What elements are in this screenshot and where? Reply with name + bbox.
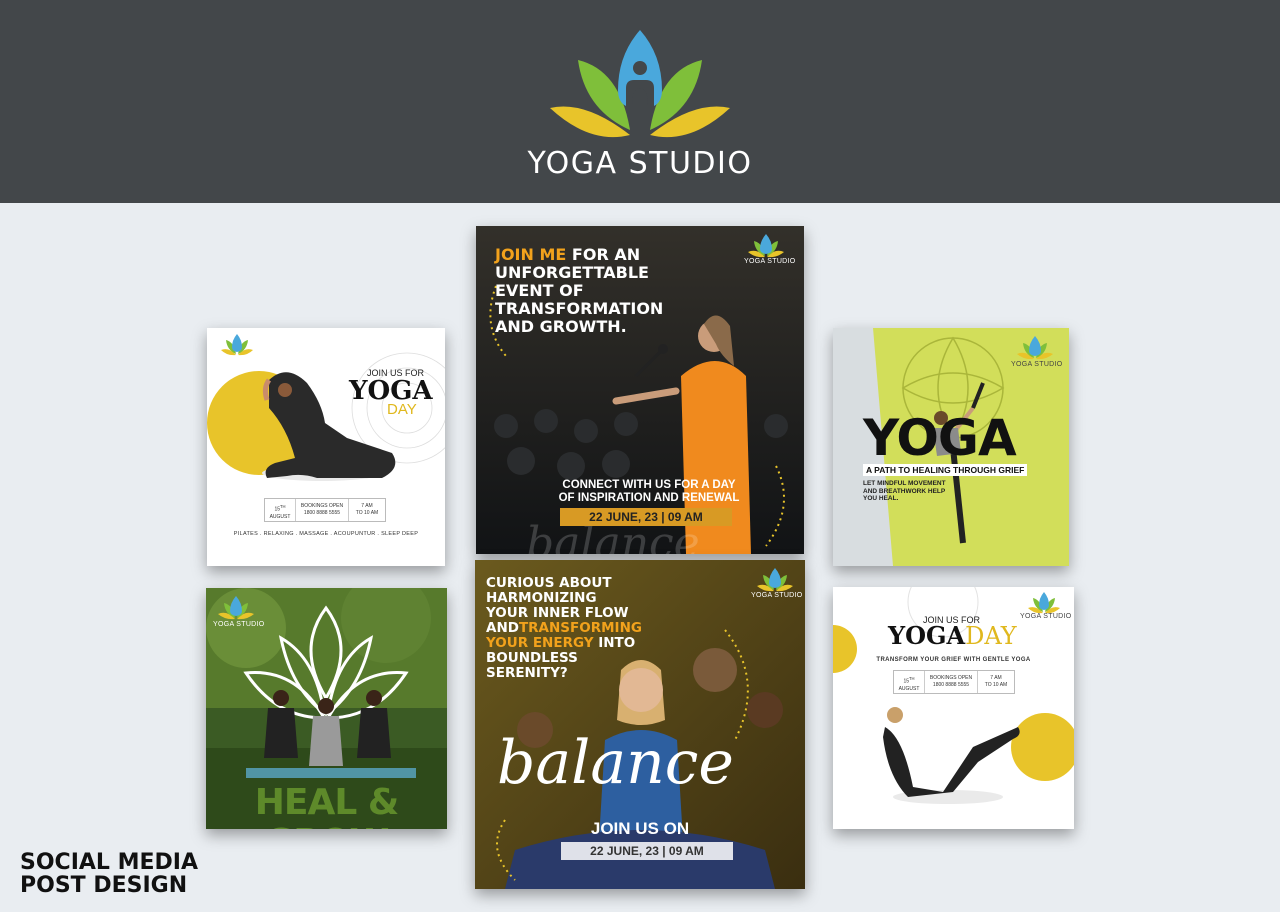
post-card-healing[interactable]: YOGA STUDIO YOGA A PATH TO HEALING THROU… (833, 328, 1069, 566)
card6-headline-b: DAY (965, 622, 1017, 650)
card5-line4b: TRANSFORMING (518, 620, 642, 636)
card6-date-month: AUGUST (898, 685, 920, 692)
card5-line5a: YOUR ENERGY (486, 635, 594, 651)
card5-line3: YOUR INNER FLOW (486, 605, 629, 621)
card2-headline-rest: FOR AN (571, 245, 641, 264)
card3-logo-text: YOGA STUDIO (1011, 361, 1063, 368)
card1-subhead: DAY (387, 401, 417, 418)
card2-headline-accent: JOIN ME (495, 245, 567, 264)
lotus-logo-icon (757, 568, 793, 592)
card3-body-2: AND BREATHWORK HELP (863, 487, 946, 495)
card5-headline: CURIOUS ABOUT HARMONIZING YOUR INNER FLO… (486, 576, 642, 681)
card5-line7: SERENITY? (486, 665, 568, 681)
card2-logo-text: YOGA STUDIO (744, 258, 796, 265)
footer-title-line1: SOCIAL MEDIA (20, 850, 198, 875)
card2-headline-line4: TRANSFORMATION (495, 299, 664, 318)
card5-date-badge: 22 JUNE, 23 | 09 AM (561, 842, 733, 860)
card5-line5b: INTO (598, 635, 636, 651)
card1-logo (219, 334, 255, 361)
post-card-event[interactable]: YOGA STUDIO JOIN ME FOR AN UNFORGETTABLE… (476, 226, 804, 554)
card4-logo-text: YOGA STUDIO (213, 621, 265, 628)
card6-headline: YOGADAY (888, 621, 1017, 650)
lotus-logo-icon (221, 334, 253, 356)
card6-time1: 7 AM (990, 675, 1002, 681)
card1-bookings-label: BOOKINGS OPEN (300, 503, 344, 509)
card1-phone: 1800 8888 5555 (303, 510, 341, 516)
card3-headline: YOGA (863, 409, 1017, 467)
card5-logo-text: YOGA STUDIO (751, 592, 803, 599)
post-card-harmonizing[interactable]: YOGA STUDIO CURIOUS ABOUT HARMONIZING YO… (475, 560, 805, 889)
card1-time1: 7 AM (361, 503, 373, 509)
card1-date-month: AUGUST (269, 513, 291, 520)
card2-connect: CONNECT WITH US FOR A DAY OF INSPIRATION… (544, 479, 754, 505)
card4-headline: HEAL & GROW (254, 782, 399, 830)
card2-headline: JOIN ME FOR AN UNFORGETTABLE EVENT OF TR… (495, 246, 663, 336)
lotus-logo-icon (550, 30, 730, 138)
card3-tagline: A PATH TO HEALING THROUGH GRIEF (863, 464, 1028, 476)
card2-date-badge: 22 JUNE, 23 | 09 AM (560, 508, 732, 526)
footer-title-line2: POST DESIGN (20, 873, 188, 898)
card5-join: JOIN US ON (590, 819, 690, 838)
card1-date-sup: TH (280, 504, 286, 509)
card1-info-box: 15TH AUGUST BOOKINGS OPEN 1800 8888 5555… (264, 498, 386, 522)
card3-body: LET MINDFUL MOVEMENT AND BREATHWORK HELP… (863, 480, 946, 503)
card5-line1: CURIOUS ABOUT (486, 575, 612, 591)
card5-line6: BOUNDLESS (486, 650, 578, 666)
card1-tags: PILATES . RELAXING . MASSAGE . ACOUPUNTU… (233, 531, 419, 537)
lotus-logo-icon (748, 234, 784, 258)
lotus-logo-icon (1028, 592, 1060, 614)
card6-bookings-label: BOOKINGS OPEN (929, 675, 973, 681)
post-card-yoga-day[interactable]: JOIN US FOR YOGA DAY 15TH AUGUST BOOKING… (207, 328, 445, 566)
card6-headline-a: YOGA (888, 621, 966, 650)
card5-line2: HARMONIZING (486, 590, 597, 606)
card6-tagline: TRANSFORM YOUR GRIEF WITH GENTLE YOGA (876, 657, 1031, 663)
card6-date-sup: TH (909, 676, 915, 681)
header-bar: YOGA STUDIO (0, 0, 1280, 203)
card2-headline-line2: UNFORGETTABLE (495, 263, 649, 282)
lotus-logo-icon (1017, 336, 1053, 360)
card2-headline-line5: AND GROWTH. (495, 317, 627, 336)
post-card-yoga-day-2[interactable]: YOGA STUDIO JOIN US FOR YOGADAY TRANSFOR… (833, 587, 1074, 829)
card6-time2: TO 10 AM (984, 682, 1008, 688)
card2-headline-line3: EVENT OF (495, 281, 584, 300)
card3-body-3: YOU HEAL. (863, 495, 899, 502)
lotus-logo-icon (218, 596, 254, 620)
card5-line4a: AND (486, 620, 519, 636)
card3-body-1: LET MINDFUL MOVEMENT (863, 480, 946, 487)
card6-logo-text: YOGA STUDIO (1020, 613, 1072, 620)
card2-connect-1: CONNECT WITH US FOR A DAY (562, 479, 736, 491)
brand-name: YOGA STUDIO (527, 146, 753, 181)
post-card-heal-grow[interactable]: YOGA STUDIO HEAL & GROW (206, 588, 447, 829)
card5-script: balance (497, 728, 734, 798)
card2-connect-2: OF INSPIRATION AND RENEWAL (558, 492, 740, 504)
card1-time2: TO 10 AM (355, 510, 379, 516)
card6-phone: 1800 8888 5555 (932, 682, 970, 688)
card6-info-box: 15TH AUGUST BOOKINGS OPEN 1800 8888 5555… (893, 670, 1015, 694)
